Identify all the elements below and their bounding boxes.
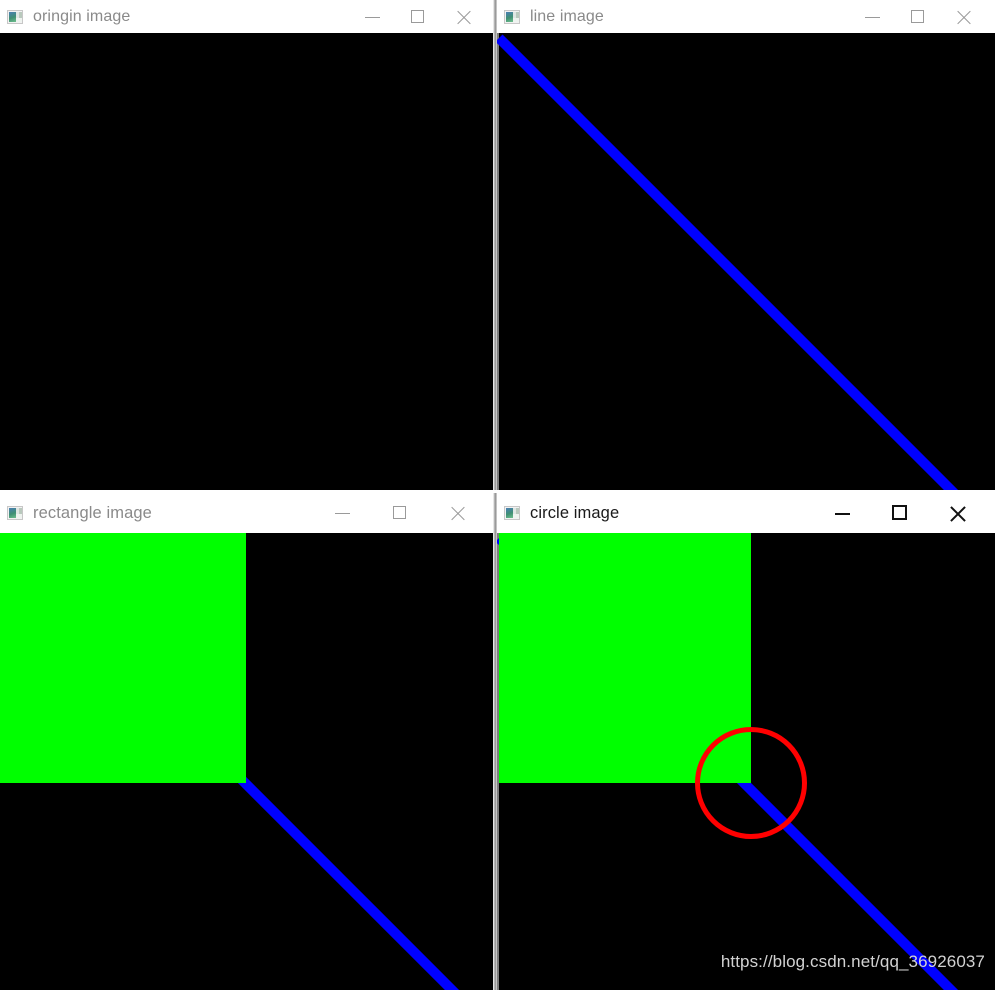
window-title-rectangle: rectangle image [33,503,152,522]
window-controls-circle [813,493,995,533]
maximize-button-line[interactable] [895,0,941,33]
close-button-line[interactable] [941,0,987,33]
window-origin-image[interactable]: oringin image [0,0,493,490]
titlebar-origin-image[interactable]: oringin image [0,0,493,33]
titlebar-line-image[interactable]: line image [497,0,995,33]
canvas-rectangle-image[interactable] [0,533,493,990]
red-circle-outline [695,727,807,839]
image-file-icon [7,9,23,24]
canvas-left-edge [497,33,499,490]
close-button-circle[interactable] [929,493,987,533]
blue-diagonal-line [497,534,995,990]
blue-diagonal-line [497,34,995,490]
window-title-origin: oringin image [33,7,131,25]
image-file-icon [504,506,520,520]
watermark-url: https://blog.csdn.net/qq_36926037 [720,952,985,971]
window-line-image[interactable]: line image [497,0,995,490]
window-title-circle: circle image [530,503,620,522]
green-filled-rectangle [499,533,751,783]
canvas-origin-image[interactable] [0,33,493,490]
window-horizontal-seam [0,490,995,493]
close-button-origin[interactable] [441,0,487,33]
minimize-button-rectangle[interactable] [313,493,371,533]
canvas-circle-image[interactable]: https://blog.csdn.net/qq_36926037 [497,533,995,990]
window-circle-image[interactable]: circle image https://blog.csdn.net/qq_36… [497,493,995,990]
blue-diagonal-line [0,534,493,990]
close-button-rectangle[interactable] [429,493,487,533]
minimize-button-line[interactable] [849,0,895,33]
window-rectangle-image[interactable]: rectangle image [0,493,493,990]
window-vertical-seam [493,0,497,990]
maximize-button-rectangle[interactable] [371,493,429,533]
window-controls-line [849,0,995,33]
green-filled-rectangle [0,533,246,783]
maximize-button-origin[interactable] [395,0,441,33]
titlebar-rectangle-image[interactable]: rectangle image [0,493,493,533]
minimize-button-circle[interactable] [813,493,871,533]
maximize-button-circle[interactable] [871,493,929,533]
titlebar-circle-image[interactable]: circle image [497,493,995,533]
canvas-line-image[interactable] [497,33,995,490]
canvas-left-edge [497,533,499,990]
window-title-line: line image [530,7,604,25]
desktop: oringin image line image rectangle image… [0,0,995,990]
image-file-icon [504,9,520,24]
minimize-button-origin[interactable] [349,0,395,33]
window-controls-rectangle [313,493,493,533]
window-controls-origin [349,0,493,33]
image-file-icon [7,506,23,520]
